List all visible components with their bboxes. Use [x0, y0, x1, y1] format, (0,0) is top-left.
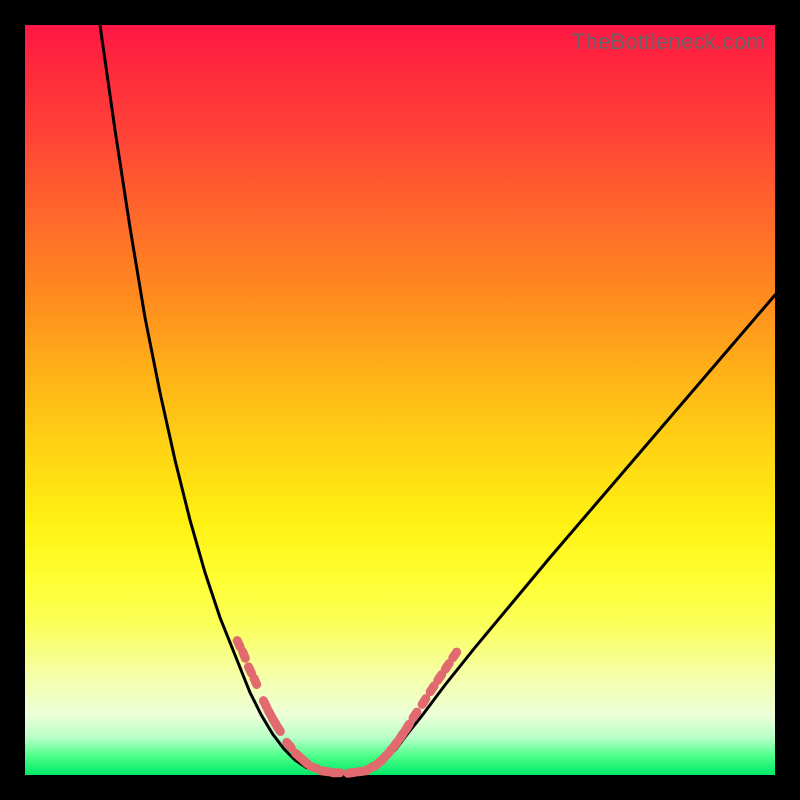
curve-layer [25, 25, 775, 775]
bottleneck-curve [100, 25, 775, 774]
curves-group [100, 25, 775, 774]
chart-frame: TheBottleneck.com [0, 0, 800, 800]
floor-bead [328, 768, 344, 777]
plot-area: TheBottleneck.com [25, 25, 775, 775]
